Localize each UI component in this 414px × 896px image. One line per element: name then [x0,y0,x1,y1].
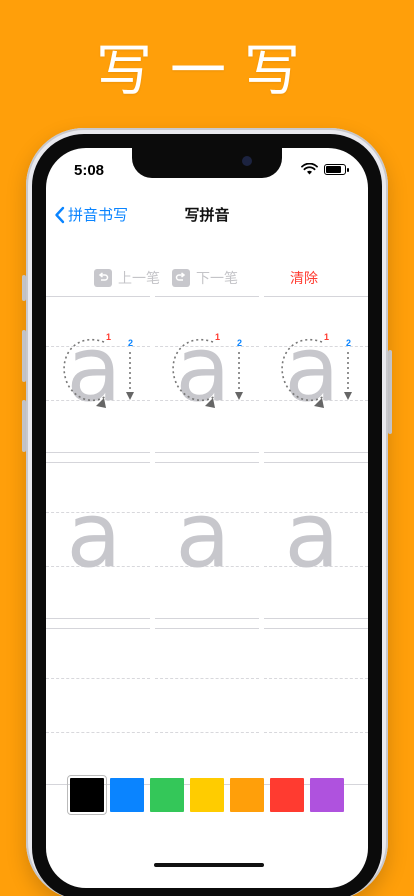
phone-frame: 5:08 拼音书写 写拼音 上一笔 下一笔 清除 a 1 2 a 1 2 a 1… [26,128,388,896]
battery-icon [324,163,349,175]
stroke-number: 1 [215,332,220,342]
guide-line [155,678,259,679]
status-icons [301,163,349,175]
app-screen: 5:08 拼音书写 写拼音 上一笔 下一笔 清除 a 1 2 a 1 2 a 1… [46,148,368,888]
prev-stroke-button[interactable]: 上一笔 [94,268,160,288]
trace-letter: a [175,483,230,588]
guide-line [264,628,368,629]
wifi-icon [301,163,318,175]
letter-glyph: a [175,317,230,422]
undo-icon [94,269,112,287]
guide-line [46,732,150,733]
stroke-guide-letter: a1 2 [281,317,352,422]
writing-cell[interactable]: a [155,462,259,622]
stroke-toolbar: 上一笔 下一笔 清除 [46,268,368,294]
guide-line [46,628,150,629]
guide-line [264,678,368,679]
color-palette [67,775,350,818]
stroke-guide-letter: a1 2 [172,317,243,422]
stroke-number: 1 [324,332,329,342]
letter-glyph: a [284,483,339,588]
arrow-icon [344,392,352,400]
home-indicator[interactable] [154,863,264,867]
stroke-number: 2 [346,338,351,348]
next-stroke-label: 下一笔 [196,271,238,287]
page-title: 写拼音 [184,206,230,224]
status-time: 5:08 [74,162,105,179]
color-swatch[interactable] [190,778,224,812]
trace-letter: a [66,483,121,588]
letter-glyph: a [66,317,121,422]
battery-level [326,165,342,173]
clear-button[interactable]: 清除 [290,268,318,288]
stroke-guide-letter: a1 2 [63,317,134,422]
arrow-icon [235,392,243,400]
color-swatch[interactable] [67,775,107,815]
phone-bezel: 5:08 拼音书写 写拼音 上一笔 下一笔 清除 a 1 2 a 1 2 a 1… [32,134,382,896]
writing-cell[interactable]: a [264,462,368,622]
guide-line [155,732,259,733]
arrow-icon [126,392,134,400]
writing-cell[interactable]: a1 2 [264,296,368,456]
letter-glyph: a [66,483,121,588]
prev-stroke-label: 上一笔 [118,271,160,287]
color-swatch[interactable] [230,778,264,812]
letter-glyph: a [175,483,230,588]
writing-cell[interactable] [155,628,259,788]
navigation-bar: 拼音书写 写拼音 [46,194,368,234]
next-stroke-button[interactable]: 下一笔 [172,268,238,288]
stroke-number: 1 [106,332,111,342]
stroke-number: 2 [237,338,242,348]
writing-cell[interactable]: a [46,462,150,622]
promo-title: 写一写 [96,39,318,104]
writing-cell[interactable] [46,628,150,788]
color-swatch[interactable] [150,778,184,812]
notch [132,148,282,178]
phone-power-button [388,350,392,434]
stroke-number: 2 [128,338,133,348]
redo-icon [172,269,190,287]
trace-letter: a [284,483,339,588]
guide-line [46,678,150,679]
color-swatch[interactable] [110,778,144,812]
color-swatch[interactable] [310,778,344,812]
guide-line [155,628,259,629]
writing-cell[interactable]: a1 2 [155,296,259,456]
writing-cell[interactable]: a1 2 [46,296,150,456]
letter-glyph: a [284,317,339,422]
color-swatch[interactable] [270,778,304,812]
guide-line [264,732,368,733]
writing-cell[interactable] [264,628,368,788]
camera-icon [242,156,252,166]
